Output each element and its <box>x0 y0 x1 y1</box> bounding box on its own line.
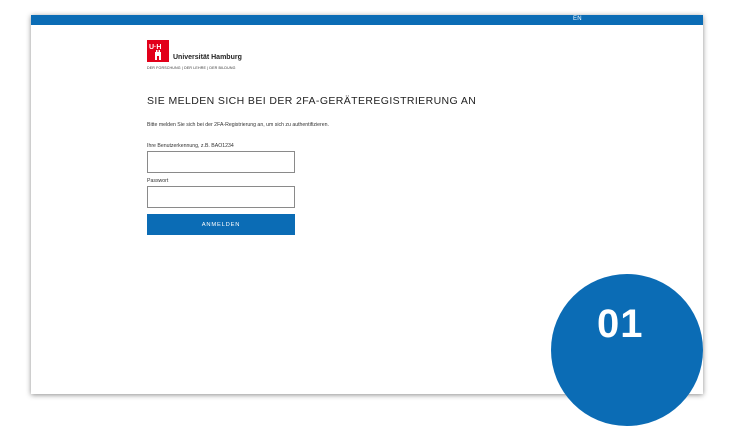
username-input[interactable] <box>147 151 295 173</box>
password-label: Passwort <box>147 178 169 184</box>
uhh-logo-icon: U·H <box>147 40 169 62</box>
password-input[interactable] <box>147 186 295 208</box>
step-badge: 01 <box>551 274 703 426</box>
svg-text:U·H: U·H <box>149 44 161 51</box>
login-button[interactable]: ANMELDEN <box>147 214 295 235</box>
page-title: SIE MELDEN SICH BEI DER 2FA-GERÄTEREGIST… <box>147 95 477 107</box>
intro-text: Bitte melden Sie sich bei der 2FA-Regist… <box>147 122 329 128</box>
university-name: Universität Hamburg <box>173 54 242 61</box>
top-bar: EN <box>31 15 703 25</box>
language-switch-link[interactable]: EN <box>573 16 582 22</box>
uhh-logo-mark: U·H <box>147 40 169 62</box>
step-number: 01 <box>597 302 644 346</box>
university-tagline: DER FORSCHUNG | DER LEHRE | DER BILDUNG <box>147 66 236 70</box>
username-label: Ihre Benutzerkennung, z.B. BAO1234 <box>147 143 234 149</box>
